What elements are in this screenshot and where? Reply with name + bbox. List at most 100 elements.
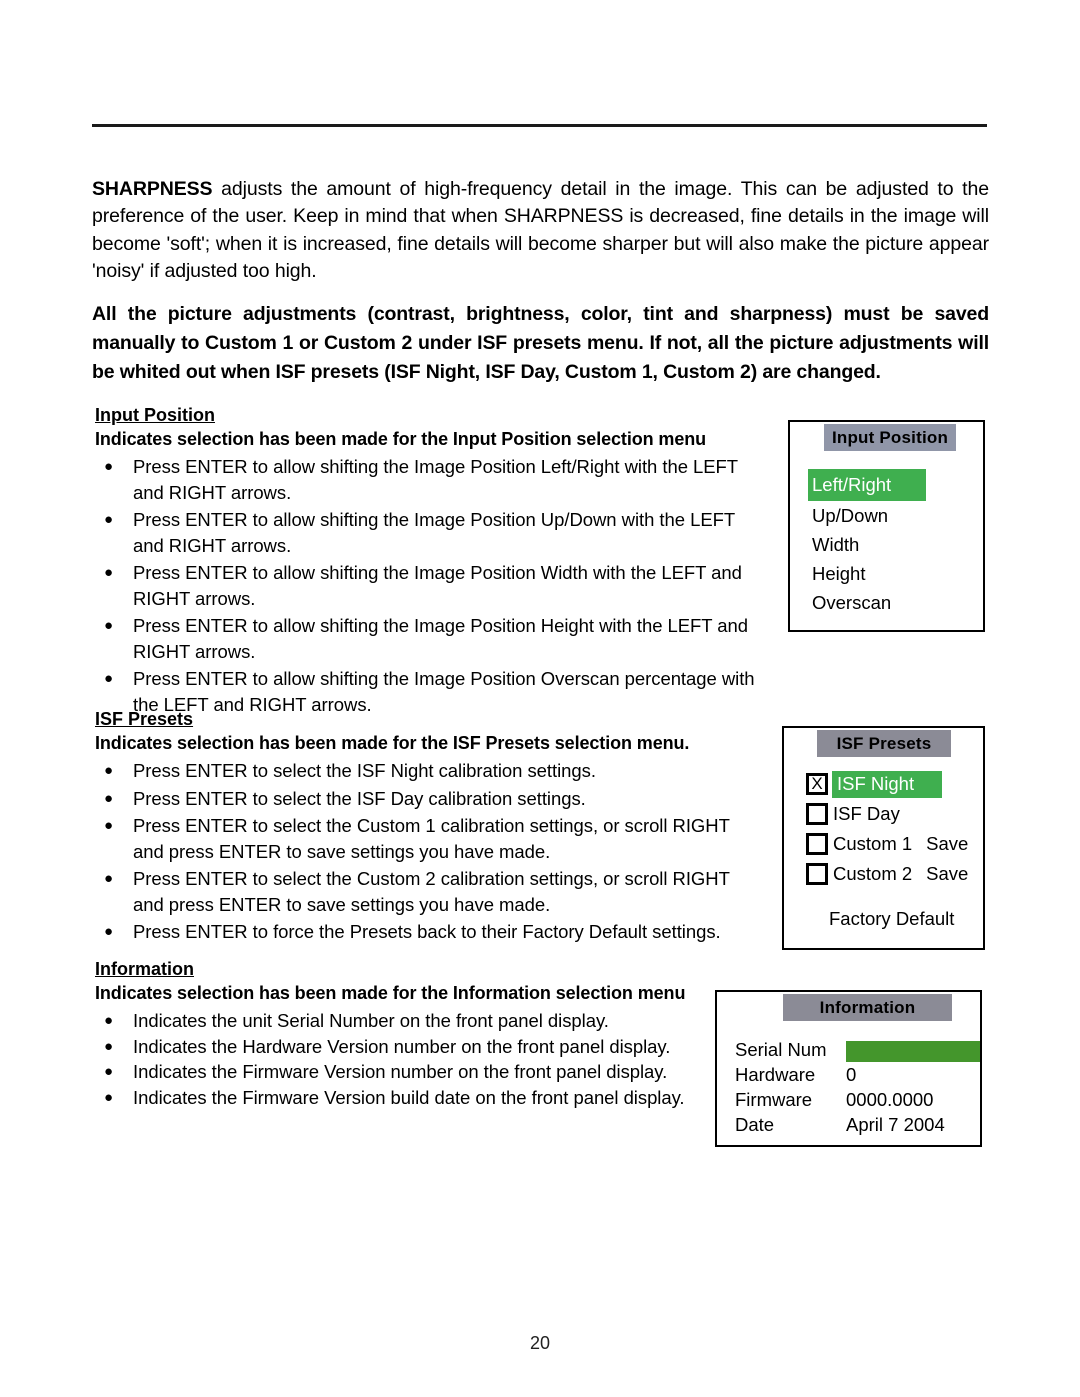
list-item: ● Press ENTER to allow shifting the Image…	[95, 560, 755, 611]
osd-item-label: Custom 1	[833, 833, 913, 854]
table-row: Hardware 0	[735, 1062, 980, 1087]
list-item-text: Press ENTER to select the Custom 1 calib…	[133, 815, 730, 862]
page-number: 20	[529, 1333, 551, 1353]
list-item: ● Indicates the unit Serial Number on the…	[95, 1008, 715, 1034]
osd-item-width[interactable]: Width	[812, 530, 926, 559]
list-item-text: Indicates the unit Serial Number on the …	[133, 1010, 609, 1031]
list-item-text: Indicates the Firmware Version number on…	[133, 1061, 668, 1082]
osd-item-label: Custom 2	[833, 863, 913, 884]
bullet-icon: ●	[104, 617, 114, 634]
osd-item-factory-default[interactable]: Factory Default	[829, 908, 954, 930]
section-subtitle: Indicates selection has been made for th…	[95, 429, 707, 449]
list-item: ● Press ENTER to select the ISF Day calib…	[95, 786, 760, 812]
list-item: ● Indicates the Firmware Version build da…	[95, 1085, 715, 1111]
list-item: ● Press ENTER to select the Custom 1 cali…	[95, 813, 760, 864]
save-button[interactable]: Save	[926, 863, 968, 885]
list-item: ● Press ENTER to allow shifting the Image…	[95, 454, 755, 505]
save-button[interactable]: Save	[926, 833, 968, 855]
list-item-text: Indicates the Firmware Version build dat…	[133, 1086, 685, 1108]
list-item-text: Press ENTER to allow shifting the Image …	[133, 456, 738, 503]
list-item-text: Press ENTER to select the Custom 2 calib…	[133, 868, 730, 915]
list-item-text: Press ENTER to allow shifting the Image …	[133, 615, 749, 662]
header-rule	[92, 124, 987, 127]
bullet-icon: ●	[104, 511, 114, 528]
osd-input-position-menu: Input Position Left/Right Up/Down Width …	[788, 420, 985, 632]
osd-title-text: Input Position	[824, 424, 956, 451]
bullet-list: ● Indicates the unit Serial Number on the…	[95, 1008, 715, 1110]
bullet-icon: ●	[104, 670, 114, 687]
bullet-icon: ●	[104, 1063, 114, 1080]
serial-number-bar	[846, 1040, 980, 1062]
osd-item-height[interactable]: Height	[812, 559, 926, 588]
bullet-icon: ●	[104, 789, 114, 807]
osd-item-label: ISF Day	[833, 803, 900, 824]
bullet-icon: ●	[104, 1012, 114, 1029]
bullet-icon: ●	[104, 817, 114, 834]
bullet-icon: ●	[104, 564, 114, 581]
list-item: ● Press ENTER to allow shifting the Image…	[95, 613, 755, 664]
osd-title-text: ISF Presets	[817, 730, 951, 757]
list-item-text: Indicates the Hardware Version number on…	[133, 1035, 671, 1057]
osd-isf-presets-menu: ISF Presets X ISF Night ISF Day Custom 1…	[782, 726, 985, 950]
list-item-text: Press ENTER to allow shifting the Image …	[133, 562, 742, 609]
list-item: ● Press ENTER to select the Custom 2 cali…	[95, 866, 760, 917]
osd-title-bar: Input Position	[790, 422, 983, 451]
list-item-text: Press ENTER to select the ISF Day calibr…	[133, 787, 586, 809]
list-item: ● Indicates the Firmware Version number o…	[95, 1059, 715, 1085]
bullet-icon: ●	[104, 762, 114, 779]
bullet-icon: ●	[104, 458, 114, 475]
osd-item-label: Up/Down	[812, 505, 889, 526]
table-row: Serial Num	[735, 1037, 980, 1062]
info-key-hardware: Hardware	[735, 1064, 816, 1085]
bullet-icon: ●	[104, 1037, 114, 1055]
bullet-list: ● Press ENTER to select the ISF Night cal…	[95, 758, 760, 945]
list-item-text: Press ENTER to select the ISF Night cali…	[133, 760, 596, 781]
list-item: ● Press ENTER to force the Presets back t…	[95, 919, 760, 945]
intro-paragraph: SHARPNESS adjusts the amount of high-fre…	[92, 176, 989, 286]
section-information: Information Indicates selection has been…	[95, 958, 715, 1110]
osd-title-text: Information	[783, 994, 952, 1021]
info-value-firmware: 0000.0000	[846, 1089, 934, 1110]
osd-item-isf-day[interactable]: ISF Day	[806, 799, 968, 829]
osd-item-list: Left/Right Up/Down Width Height Overscan	[808, 469, 926, 617]
bullet-list: ● Press ENTER to allow shifting the Image…	[95, 454, 755, 717]
info-value-hardware: 0	[846, 1064, 857, 1085]
osd-item-left-right[interactable]: Left/Right	[808, 469, 926, 501]
info-key-date: Date	[735, 1114, 775, 1135]
osd-title-bar: Information	[717, 992, 980, 1021]
checkbox-icon[interactable]	[806, 863, 828, 885]
osd-item-custom-2[interactable]: Custom 2 Save	[806, 859, 968, 889]
section-title: ISF Presets	[95, 709, 194, 729]
list-item-text: Press ENTER to allow shifting the Image …	[133, 509, 735, 556]
osd-item-label: Width	[812, 534, 860, 555]
osd-item-label: Overscan	[812, 592, 892, 613]
osd-item-up-down[interactable]: Up/Down	[812, 501, 926, 530]
information-table: Serial Num Hardware 0 Firmware 0000.0000…	[735, 1037, 980, 1137]
section-subtitle: Indicates selection has been made for th…	[95, 733, 690, 753]
osd-item-overscan[interactable]: Overscan	[812, 588, 926, 617]
osd-item-isf-night[interactable]: X ISF Night	[806, 769, 968, 799]
osd-item-custom-1[interactable]: Custom 1 Save	[806, 829, 968, 859]
checkbox-icon[interactable]: X	[806, 773, 828, 795]
intro-body-text: adjusts the amount of high-frequency det…	[92, 177, 989, 283]
section-input-position: Input Position Indicates selection has b…	[95, 404, 755, 719]
osd-item-label: Left/Right	[808, 469, 926, 501]
notice-paragraph: All the picture adjustments (contrast, b…	[92, 302, 989, 383]
section-title: Input Position	[95, 405, 215, 425]
bullet-icon: ●	[104, 1088, 114, 1106]
table-row: Firmware 0000.0000	[735, 1087, 980, 1112]
bullet-icon: ●	[104, 870, 114, 887]
osd-title-bar: ISF Presets	[784, 728, 983, 757]
intro-lead-term: SHARPNESS	[92, 177, 213, 200]
checkbox-icon[interactable]	[806, 803, 828, 825]
info-value-serial-num	[834, 1037, 980, 1062]
checkbox-icon[interactable]	[806, 833, 828, 855]
section-title: Information	[95, 959, 194, 979]
info-key-serial-num: Serial Num	[735, 1039, 827, 1060]
list-item-text: Press ENTER to force the Presets back to…	[133, 921, 721, 942]
bullet-icon: ●	[104, 923, 114, 940]
info-key-firmware: Firmware	[735, 1089, 813, 1110]
osd-information-menu: Information Serial Num Hardware 0 Firmwa…	[715, 990, 982, 1147]
table-row: Date April 7 2004	[735, 1112, 980, 1137]
info-value-date: April 7 2004	[846, 1114, 945, 1135]
